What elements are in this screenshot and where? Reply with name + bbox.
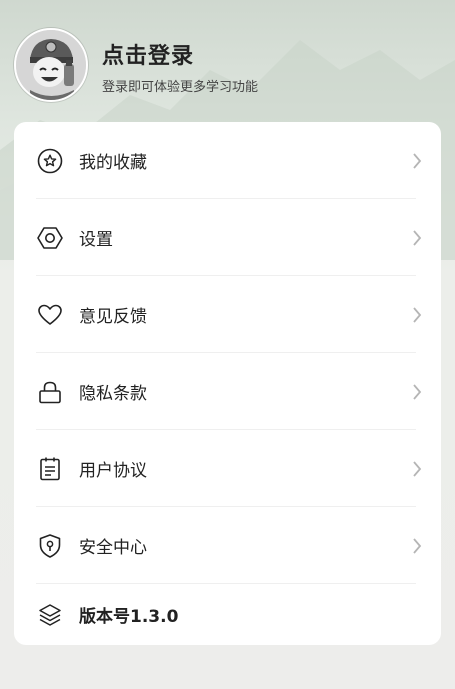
menu-item-label: 用户协议 (79, 461, 147, 481)
login-subtitle: 登录即可体验更多学习功能 (102, 80, 259, 95)
menu-item-label: 设置 (79, 230, 113, 250)
menu-item-feedback[interactable]: 意见反馈 (36, 276, 422, 353)
lock-icon (36, 378, 64, 406)
star-circle-icon (36, 147, 64, 175)
menu-item-label: 我的收藏 (79, 153, 147, 173)
hexagon-settings-icon (36, 224, 64, 252)
chevron-right-icon (410, 228, 424, 248)
menu-item-label: 意见反馈 (79, 307, 147, 327)
menu-item-security-center[interactable]: 安全中心 (36, 507, 422, 584)
menu-item-label: 安全中心 (79, 538, 147, 558)
menu-card: 我的收藏 设置 意见反馈 隐私条款 用户协议 安全中心 版本号1.3.0 (14, 122, 441, 645)
login-title[interactable]: 点击登录 (102, 38, 194, 70)
chevron-right-icon (410, 536, 424, 556)
menu-item-favorites[interactable]: 我的收藏 (36, 122, 422, 199)
chevron-right-icon (410, 305, 424, 325)
menu-item-privacy[interactable]: 隐私条款 (36, 353, 422, 430)
document-icon (36, 455, 64, 483)
version-label: 版本号1.3.0 (79, 607, 179, 627)
layers-icon (36, 601, 64, 629)
version-info: 版本号1.3.0 (36, 577, 416, 652)
chevron-right-icon (410, 382, 424, 402)
profile-header[interactable]: 点击登录 登录即可体验更多学习功能 (14, 28, 434, 102)
avatar[interactable] (14, 28, 88, 102)
menu-item-label: 隐私条款 (79, 384, 147, 404)
shield-icon (36, 532, 64, 560)
menu-item-user-agreement[interactable]: 用户协议 (36, 430, 422, 507)
chevron-right-icon (410, 151, 424, 171)
chevron-right-icon (410, 459, 424, 479)
heart-icon (36, 301, 64, 329)
menu-item-settings[interactable]: 设置 (36, 199, 422, 276)
